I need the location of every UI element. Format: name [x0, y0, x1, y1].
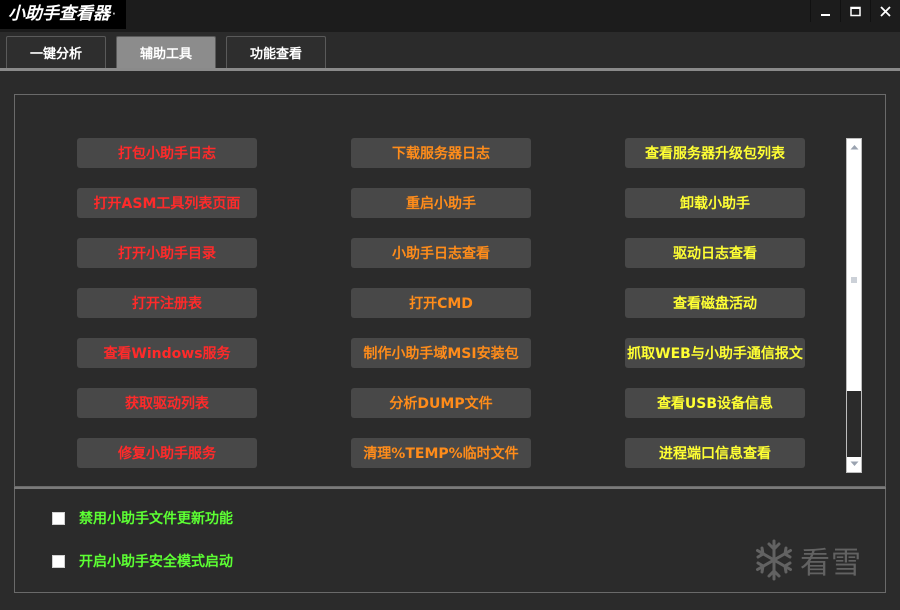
repair-assistant-service-button[interactable]: 修复小助手服务	[77, 438, 257, 468]
watermark: 看雪	[752, 538, 862, 582]
safe-mode-start-option[interactable]: 开启小助手安全模式启动	[52, 551, 233, 571]
minimize-button[interactable]	[810, 0, 840, 22]
analyze-dump-button[interactable]: 分析DUMP文件	[351, 388, 531, 418]
disable-file-update-label: 禁用小助手文件更新功能	[79, 511, 233, 527]
scroll-up-arrow-icon[interactable]	[847, 139, 861, 155]
scroll-thumb-grip-icon[interactable]	[850, 269, 858, 283]
minimize-icon	[821, 13, 830, 16]
tab-feature-view[interactable]: 功能查看	[226, 36, 326, 68]
tab-bar: 一键分析 辅助工具 功能查看	[0, 36, 900, 70]
restart-assistant-button[interactable]: 重启小助手	[351, 188, 531, 218]
make-msi-package-button[interactable]: 制作小助手域MSI安装包	[351, 338, 531, 368]
pack-assistant-log-button[interactable]: 打包小助手日志	[77, 138, 257, 168]
tab-underline	[0, 68, 900, 71]
download-server-log-button[interactable]: 下载服务器日志	[351, 138, 531, 168]
capture-web-messages-button[interactable]: 抓取WEB与小助手通信报文	[625, 338, 805, 368]
app-title: 小助手查看器 ·	[0, 0, 126, 29]
view-driver-log-button[interactable]: 驱动日志查看	[625, 238, 805, 268]
open-assistant-dir-button[interactable]: 打开小助手目录	[77, 238, 257, 268]
view-windows-services-button[interactable]: 查看Windows服务	[77, 338, 257, 368]
tab-auxiliary-tools[interactable]: 辅助工具	[116, 36, 216, 68]
uninstall-assistant-button[interactable]: 卸载小助手	[625, 188, 805, 218]
open-registry-button[interactable]: 打开注册表	[77, 288, 257, 318]
app-title-text: 小助手查看器	[8, 4, 110, 24]
view-usb-info-button[interactable]: 查看USB设备信息	[625, 388, 805, 418]
view-process-ports-button[interactable]: 进程端口信息查看	[625, 438, 805, 468]
clean-temp-files-button[interactable]: 清理%TEMP%临时文件	[351, 438, 531, 468]
view-assistant-log-button[interactable]: 小助手日志查看	[351, 238, 531, 268]
snowflake-icon	[756, 539, 792, 581]
open-cmd-button[interactable]: 打开CMD	[351, 288, 531, 318]
watermark-text: 看雪	[800, 546, 862, 581]
tab-one-click-analysis[interactable]: 一键分析	[6, 36, 106, 68]
disable-file-update-option[interactable]: 禁用小助手文件更新功能	[52, 508, 233, 528]
title-bar: 小助手查看器 ·	[0, 0, 900, 32]
scroll-track[interactable]	[847, 391, 861, 457]
scroll-down-arrow-icon[interactable]	[847, 456, 861, 472]
maximize-button[interactable]	[840, 0, 870, 22]
app-title-dot: ·	[112, 9, 116, 20]
vertical-scrollbar[interactable]	[846, 138, 862, 473]
view-upgrade-packages-button[interactable]: 查看服务器升级包列表	[625, 138, 805, 168]
view-disk-activity-button[interactable]: 查看磁盘活动	[625, 288, 805, 318]
maximize-icon	[850, 6, 861, 16]
disable-file-update-checkbox[interactable]	[52, 511, 65, 525]
open-asm-tool-list-button[interactable]: 打开ASM工具列表页面	[77, 188, 257, 218]
safe-mode-start-label: 开启小助手安全模式启动	[79, 554, 233, 570]
get-driver-list-button[interactable]: 获取驱动列表	[77, 388, 257, 418]
safe-mode-start-checkbox[interactable]	[52, 554, 65, 568]
window-controls	[810, 0, 900, 22]
close-icon	[880, 5, 891, 17]
close-button[interactable]	[870, 0, 900, 22]
